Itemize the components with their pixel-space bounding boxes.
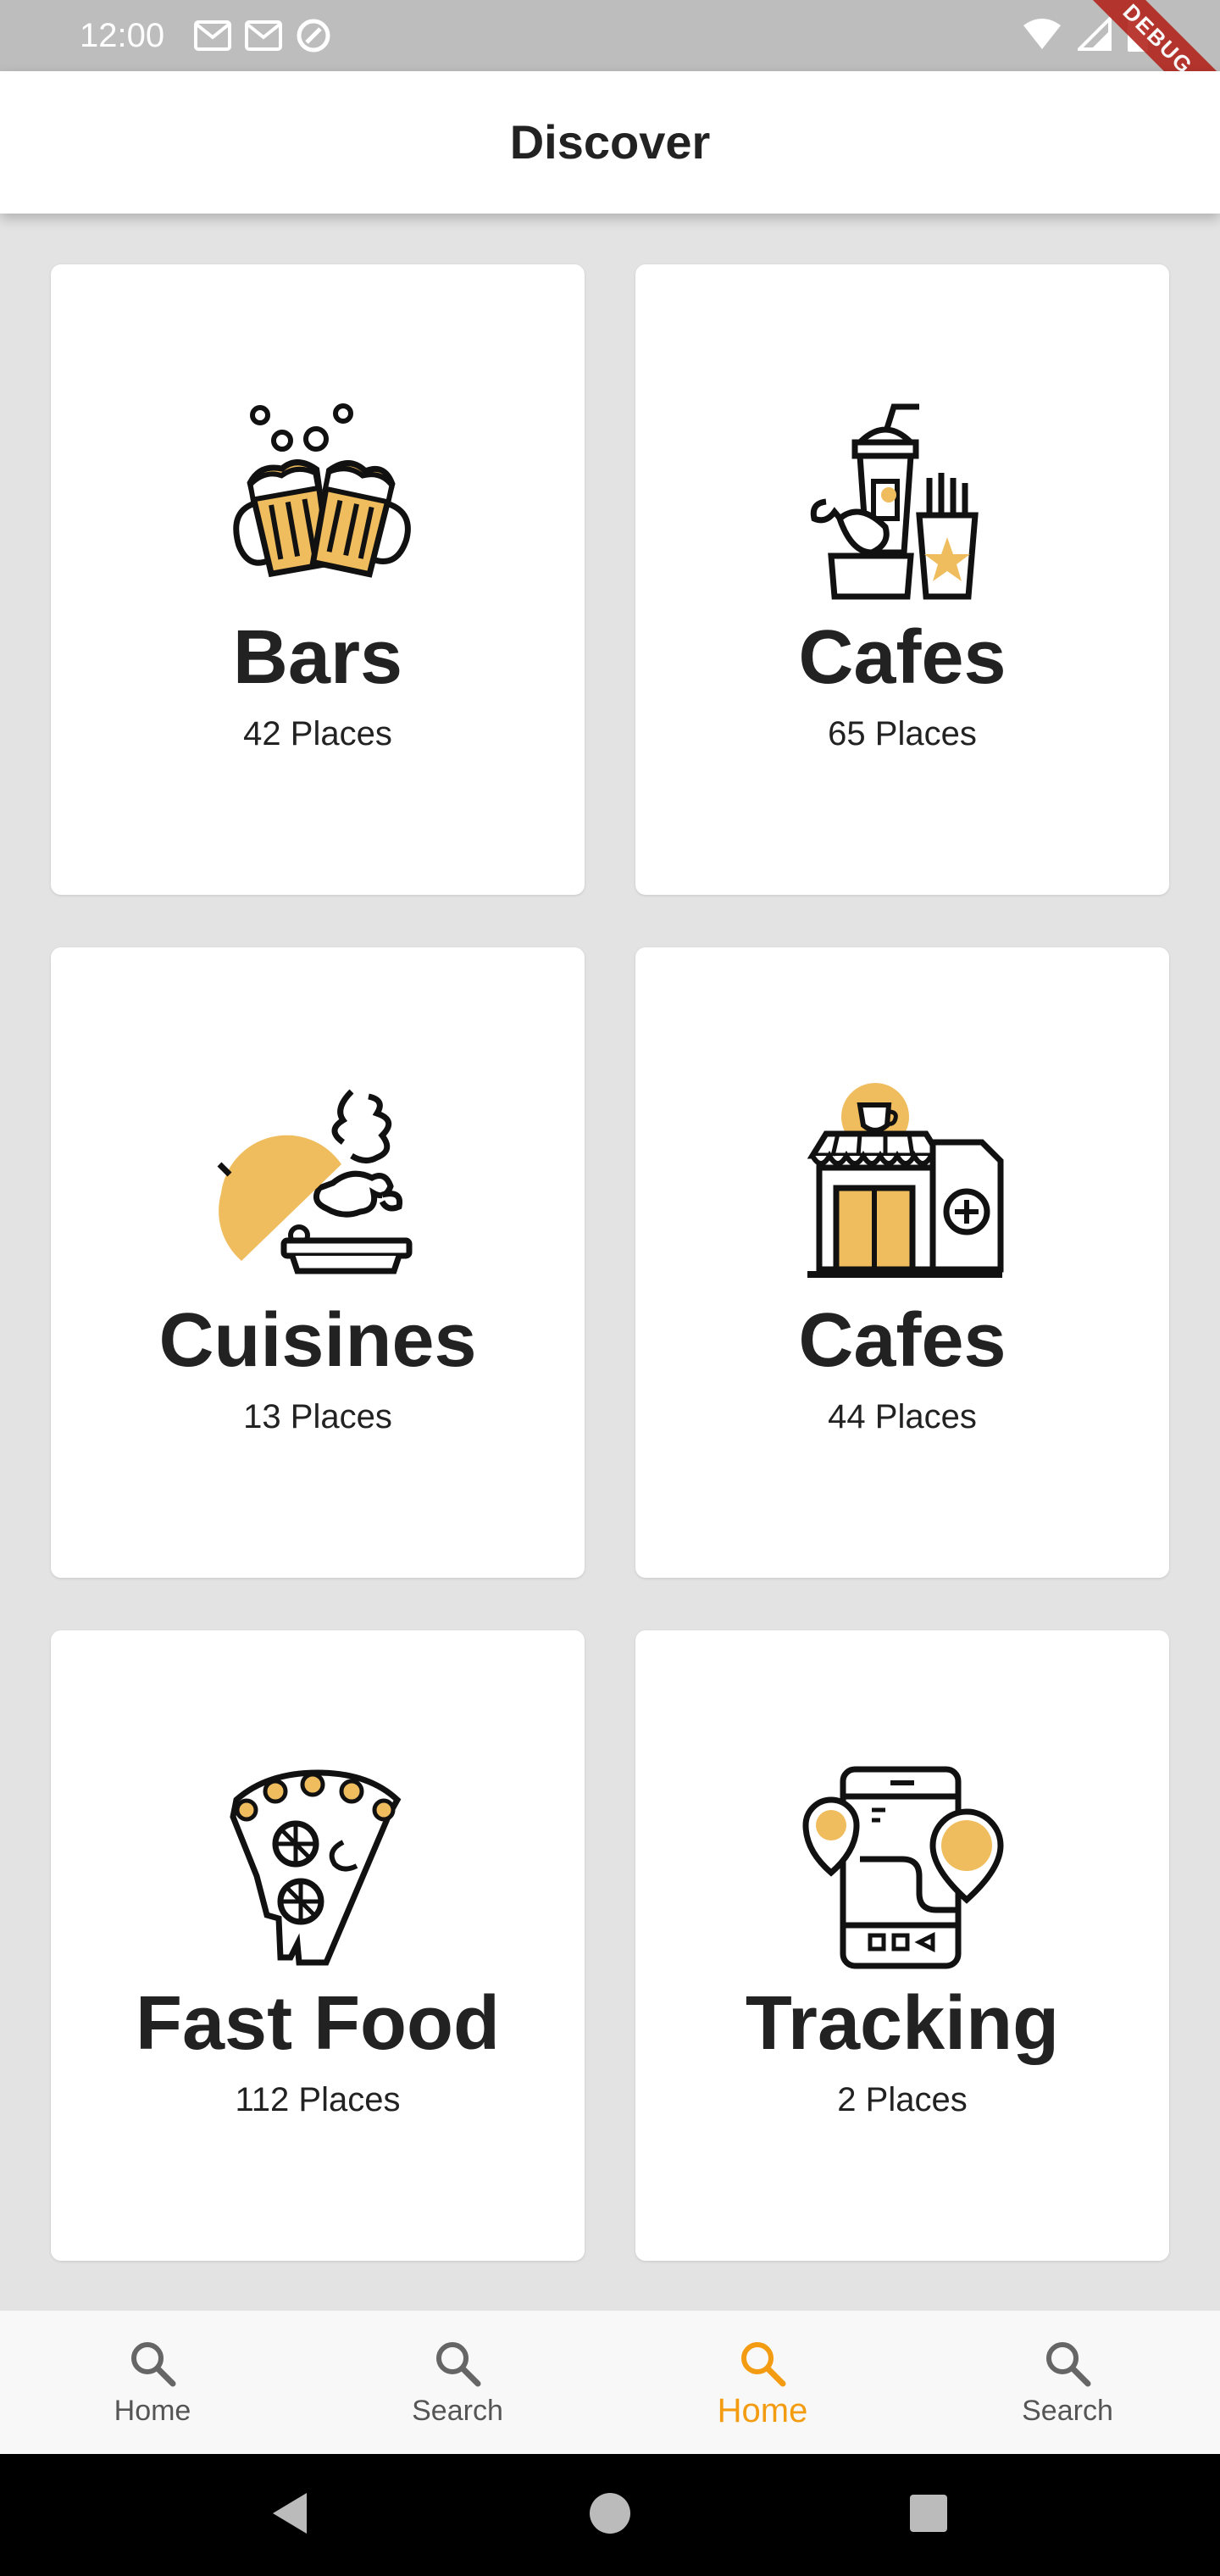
search-icon bbox=[741, 2342, 786, 2387]
category-card-bars[interactable]: Bars 42 Places bbox=[51, 264, 585, 895]
cell-signal-icon bbox=[1078, 17, 1112, 51]
page-title: Discover bbox=[509, 115, 711, 169]
nav-item-home[interactable]: Home bbox=[0, 2311, 305, 2455]
beer-mugs-icon bbox=[233, 403, 411, 578]
search-icon bbox=[436, 2342, 481, 2387]
back-icon[interactable] bbox=[268, 2490, 310, 2537]
nav-label: Home bbox=[114, 2395, 191, 2427]
home-icon[interactable] bbox=[588, 2490, 632, 2537]
nav-item-home-active[interactable]: Home bbox=[610, 2311, 915, 2455]
category-title: Cafes bbox=[798, 615, 1006, 700]
gmail-icon bbox=[194, 20, 231, 51]
category-count: 42 Places bbox=[243, 715, 392, 752]
recents-icon[interactable] bbox=[908, 2490, 949, 2537]
fast-food-combo-icon bbox=[810, 403, 979, 600]
app-bar: Discover bbox=[0, 71, 1220, 214]
category-count: 112 Places bbox=[235, 2081, 401, 2118]
category-grid: Bars 42 Places Cafes 65 Places Cuisines … bbox=[51, 264, 1169, 2261]
system-nav-bar bbox=[0, 2454, 1220, 2576]
category-title: Bars bbox=[232, 615, 403, 700]
status-time: 12:00 bbox=[80, 17, 165, 54]
category-title: Cuisines bbox=[158, 1298, 477, 1383]
cloche-dish-icon bbox=[217, 1089, 413, 1274]
nav-item-search[interactable]: Search bbox=[305, 2311, 610, 2455]
pizza-slice-icon bbox=[230, 1769, 402, 1966]
notification-icons bbox=[193, 17, 332, 54]
category-count: 44 Places bbox=[828, 1398, 977, 1435]
category-title: Fast Food bbox=[136, 1981, 500, 2066]
category-card-cafes-store[interactable]: Cafes 44 Places bbox=[635, 947, 1169, 1578]
nav-label: Home bbox=[717, 2392, 808, 2429]
cafe-storefront-icon bbox=[807, 1083, 1004, 1278]
phone-map-pin-icon bbox=[802, 1766, 1004, 1969]
search-icon bbox=[131, 2342, 176, 2387]
status-bar: 12:00 DEBUG bbox=[0, 0, 1220, 134]
category-count: 2 Places bbox=[837, 2081, 968, 2118]
category-title: Tracking bbox=[745, 1981, 1060, 2066]
nav-label: Search bbox=[1022, 2395, 1113, 2427]
bottom-navigation: Home Search Home Search bbox=[0, 2310, 1220, 2455]
category-count: 65 Places bbox=[828, 715, 977, 752]
search-icon bbox=[1046, 2342, 1091, 2387]
category-count: 13 Places bbox=[243, 1398, 392, 1435]
wifi-icon bbox=[1023, 19, 1061, 49]
category-card-cafes[interactable]: Cafes 65 Places bbox=[635, 264, 1169, 895]
gmail-icon bbox=[245, 20, 282, 51]
category-card-tracking[interactable]: Tracking 2 Places bbox=[635, 1630, 1169, 2261]
category-title: Cafes bbox=[798, 1298, 1006, 1383]
category-card-cuisines[interactable]: Cuisines 13 Places bbox=[51, 947, 585, 1578]
nav-label: Search bbox=[412, 2395, 503, 2427]
nav-item-search-2[interactable]: Search bbox=[915, 2311, 1220, 2455]
sync-icon bbox=[297, 19, 330, 53]
category-card-fast-food[interactable]: Fast Food 112 Places bbox=[51, 1630, 585, 2261]
